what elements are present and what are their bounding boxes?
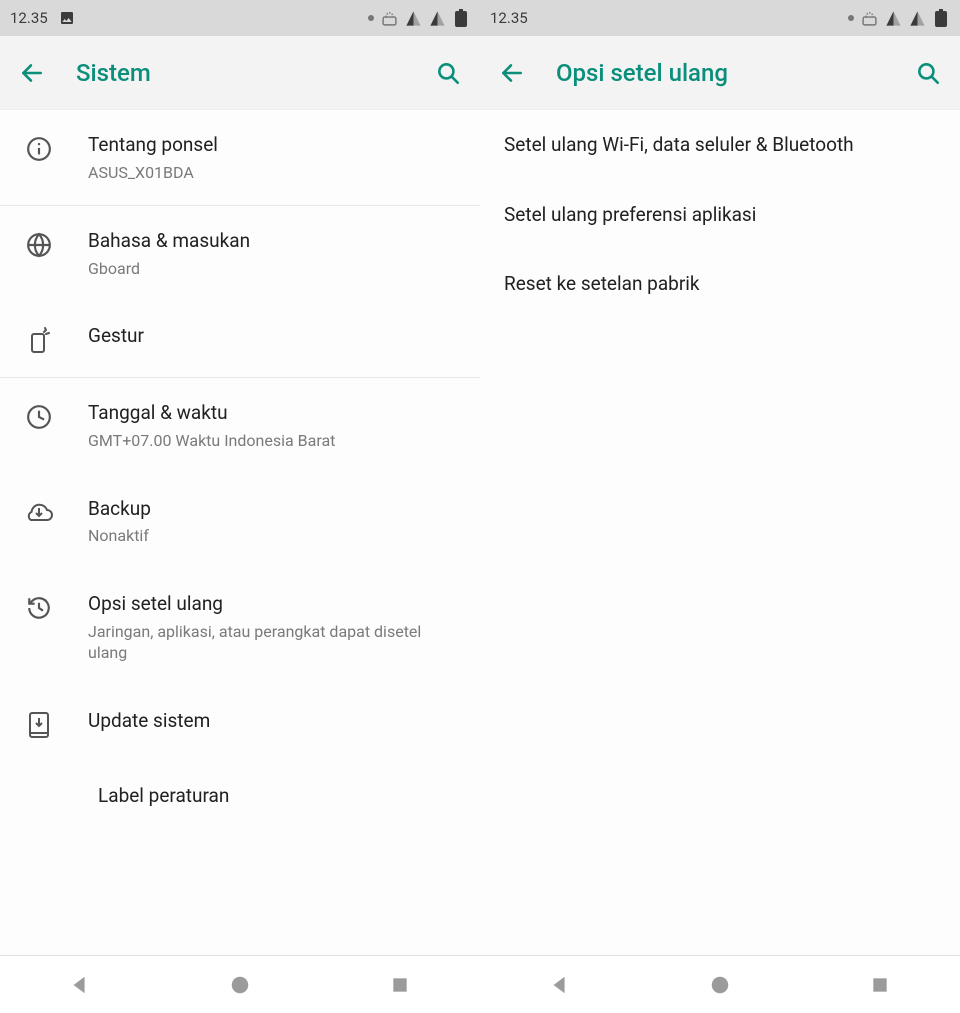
nav-bar: [0, 955, 480, 1013]
globe-icon: [24, 230, 54, 260]
item-language-input[interactable]: Bahasa & masukan Gboard: [0, 206, 480, 301]
item-subtitle: Nonaktif: [88, 525, 462, 547]
right-screen: 12.35 Opsi setel ulang: [480, 0, 960, 1013]
app-bar: Sistem: [0, 36, 480, 110]
status-bar: 12.35: [480, 0, 960, 36]
item-title: Tentang ponsel: [88, 132, 462, 158]
nav-home-button[interactable]: [222, 967, 258, 1003]
gesture-icon: [24, 325, 54, 355]
item-title: Setel ulang preferensi aplikasi: [504, 203, 756, 226]
item-subtitle: Gboard: [88, 258, 462, 280]
volte-icon: [380, 9, 398, 27]
item-factory-reset[interactable]: Reset ke setelan pabrik: [480, 249, 960, 319]
nav-back-button[interactable]: [62, 967, 98, 1003]
status-time: 12.35: [490, 9, 528, 27]
item-title: Tanggal & waktu: [88, 400, 462, 426]
item-subtitle: Jaringan, aplikasi, atau perangkat dapat…: [88, 621, 462, 664]
item-reset-options[interactable]: Opsi setel ulang Jaringan, aplikasi, ata…: [0, 569, 480, 686]
signal-icon: [884, 9, 902, 27]
item-title: Setel ulang Wi-Fi, data seluler & Blueto…: [504, 133, 854, 156]
signal-icon: [428, 9, 446, 27]
dot-icon: [368, 15, 374, 21]
item-subtitle: GMT+07.00 Waktu Indonesia Barat: [88, 430, 462, 452]
restore-icon: [24, 593, 54, 623]
nav-recents-button[interactable]: [862, 967, 898, 1003]
item-system-update[interactable]: Update sistem: [0, 686, 480, 762]
battery-icon: [452, 9, 470, 27]
item-title: Opsi setel ulang: [88, 591, 462, 617]
item-reset-app-prefs[interactable]: Setel ulang preferensi aplikasi: [480, 180, 960, 250]
reset-options-list: Setel ulang Wi-Fi, data seluler & Blueto…: [480, 110, 960, 955]
item-reset-network[interactable]: Setel ulang Wi-Fi, data seluler & Blueto…: [480, 110, 960, 180]
signal-icon: [404, 9, 422, 27]
search-button[interactable]: [912, 57, 944, 89]
item-title: Update sistem: [88, 708, 462, 734]
item-backup[interactable]: Backup Nonaktif: [0, 474, 480, 569]
nav-home-button[interactable]: [702, 967, 738, 1003]
item-regulatory-labels[interactable]: Label peraturan: [0, 762, 480, 829]
item-gestures[interactable]: Gestur: [0, 301, 480, 378]
app-bar: Opsi setel ulang: [480, 36, 960, 110]
volte-icon: [860, 9, 878, 27]
item-date-time[interactable]: Tanggal & waktu GMT+07.00 Waktu Indonesi…: [0, 378, 480, 473]
item-title: Bahasa & masukan: [88, 228, 462, 254]
dot-icon: [848, 15, 854, 21]
settings-list: Tentang ponsel ASUS_X01BDA Bahasa & masu…: [0, 110, 480, 955]
system-update-icon: [24, 710, 54, 740]
clock-icon: [24, 402, 54, 432]
battery-icon: [932, 9, 950, 27]
search-button[interactable]: [432, 57, 464, 89]
info-icon: [24, 134, 54, 164]
item-subtitle: ASUS_X01BDA: [88, 162, 462, 184]
back-button[interactable]: [16, 57, 48, 89]
item-title: Gestur: [88, 323, 462, 349]
status-bar: 12.35: [0, 0, 480, 36]
signal-icon: [908, 9, 926, 27]
page-title: Sistem: [76, 59, 404, 87]
item-title: Label peraturan: [98, 784, 229, 807]
page-title: Opsi setel ulang: [556, 59, 884, 87]
nav-recents-button[interactable]: [382, 967, 418, 1003]
item-about-phone[interactable]: Tentang ponsel ASUS_X01BDA: [0, 110, 480, 206]
item-title: Backup: [88, 496, 462, 522]
back-button[interactable]: [496, 57, 528, 89]
cloud-download-icon: [24, 498, 54, 528]
nav-back-button[interactable]: [542, 967, 578, 1003]
status-time: 12.35: [10, 9, 48, 27]
nav-bar: [480, 955, 960, 1013]
item-title: Reset ke setelan pabrik: [504, 272, 700, 295]
left-screen: 12.35 Sistem: [0, 0, 480, 1013]
image-icon: [58, 9, 76, 27]
